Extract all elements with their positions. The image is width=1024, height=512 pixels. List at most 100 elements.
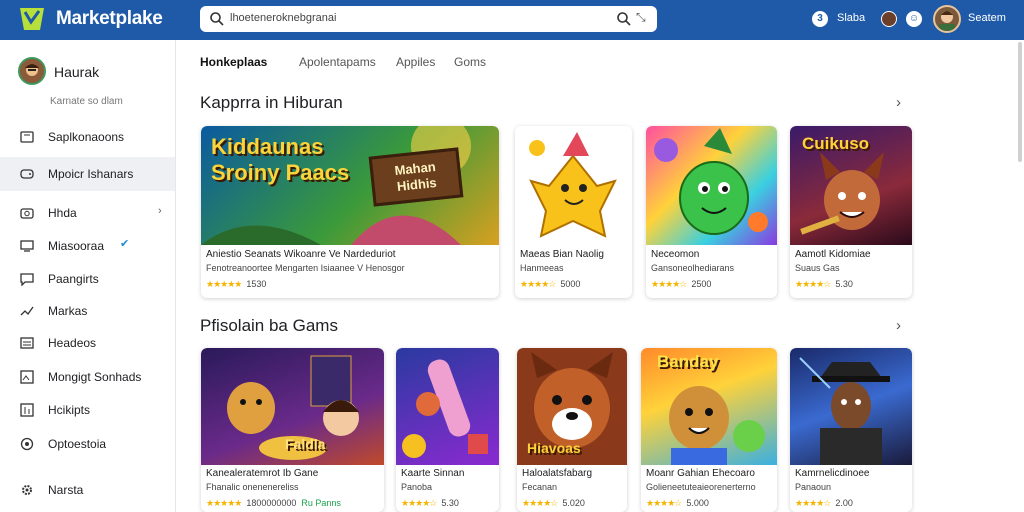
tab-home[interactable]: Honkeplaas: [200, 55, 267, 69]
app-card[interactable]: Kamrnelicdinoee Panaoun ★★★★☆ 2.00: [790, 348, 912, 512]
app-card-title: Aamotl Kidomiae: [795, 249, 871, 260]
app-card-rating: ★★★★☆ 5.020: [522, 498, 585, 509]
app-card-art: Kiddaunas Sroiny Paacs Mahan Hidhis: [201, 126, 499, 245]
stars-icon: ★★★★☆: [520, 279, 556, 289]
stars-icon: ★★★★☆: [651, 279, 687, 289]
stars-icon: ★★★★☆: [401, 498, 437, 508]
notification-badge[interactable]: 3: [812, 11, 828, 27]
rating-count: 2.00: [835, 498, 853, 508]
clear-icon[interactable]: ⤡: [636, 10, 646, 25]
user-avatar[interactable]: [933, 5, 961, 33]
settings-icon: [20, 437, 34, 451]
user-name[interactable]: Seatem: [968, 12, 1006, 24]
art-sign: Mahan Hidhis: [368, 147, 464, 207]
sidebar-item-label: Narsta: [48, 483, 84, 497]
sidebar-item-10[interactable]: Optoestoia: [0, 427, 175, 461]
app-card-art: [396, 348, 499, 465]
art-title: Cuikuso: [802, 134, 870, 153]
camera-icon: [20, 208, 34, 219]
app-card-tag: Ru Panns: [301, 498, 341, 508]
top-label[interactable]: Slaba: [837, 12, 865, 24]
app-card[interactable]: Neceomon Gansoneolhediarans ★★★★☆ 2500: [646, 126, 777, 298]
sidebar-item-label: Paangirts: [48, 272, 99, 286]
sidebar-item-7[interactable]: Headeos: [0, 326, 175, 360]
chevron-right-icon[interactable]: ›: [896, 317, 901, 334]
sidebar-item-9[interactable]: Hcikipts: [0, 393, 175, 427]
app-card-title: Neceomon: [651, 249, 700, 260]
gamepad-icon: [20, 169, 34, 179]
app-card[interactable]: Maeas Bian Naolig Hanmeeas ★★★★☆ 5000: [515, 126, 632, 298]
sidebar-item-8[interactable]: Mongigt Sonhads: [0, 360, 175, 394]
scrollbar[interactable]: [1018, 42, 1022, 162]
tab-appiles[interactable]: Appiles: [396, 55, 435, 69]
sidebar-item-4[interactable]: Miasooraa ✔: [0, 229, 175, 263]
app-card-rating: ★★★★☆ 5.000: [646, 498, 709, 509]
sidebar-item-label: Saplkonaoons: [48, 130, 125, 144]
app-card-art: [515, 126, 632, 245]
app-card[interactable]: Banday Moanr Gahian Ehecoaro Golieneetut…: [641, 348, 777, 512]
app-card-rating: ★★★★★ 1800000000 Ru Panns: [206, 498, 341, 509]
small-avatar[interactable]: [881, 11, 897, 27]
stars-icon: ★★★★☆: [795, 279, 831, 289]
rating-count: 5.30: [441, 498, 459, 508]
app-card-subtitle: Fenotreanoortee Mengarten Isiaanee V Hen…: [206, 263, 405, 273]
sidebar-item-3[interactable]: Hhda ›: [0, 196, 175, 230]
brand-name[interactable]: Marketplake: [56, 8, 163, 30]
art-title: Kiddaunas Sroiny Paacs: [211, 134, 350, 185]
chevron-right-icon[interactable]: ›: [896, 94, 901, 111]
search-input[interactable]: lhoeteneroknebgranai: [230, 12, 336, 24]
app-card-rating: ★★★★★ 1530: [206, 279, 266, 290]
app-card-subtitle: Panoba: [401, 482, 433, 492]
chart-icon: [20, 403, 34, 417]
search-submit-icon[interactable]: [616, 11, 632, 27]
sidebar-item-label: Hcikipts: [48, 403, 91, 417]
top-bar: Marketplake lhoeteneroknebgranai ⤡ 3 Sla…: [0, 0, 1024, 40]
app-card[interactable]: Faldla Kanealeratemrot Ib Gane Fhanalic …: [201, 348, 384, 512]
sidebar-item-label: Miasooraa: [48, 239, 105, 253]
stars-icon: ★★★★☆: [646, 498, 682, 508]
rating-count: 1800000000: [246, 498, 297, 508]
list-icon: [20, 337, 34, 349]
app-card-subtitle: Golieneetuteaieorenerterno: [646, 482, 756, 492]
search-icon: [210, 12, 224, 26]
art-title: Faldla: [285, 436, 326, 452]
sidebar-item-label: Optoestoia: [48, 437, 107, 451]
app-card[interactable]: Hiavoas Haloalatsfabarg Fecanan ★★★★☆ 5.0…: [517, 348, 627, 512]
app-card-rating: ★★★★☆ 5.30: [401, 498, 459, 509]
tab-games[interactable]: Goms: [454, 55, 486, 69]
app-card-subtitle: Panaoun: [795, 482, 832, 492]
app-card[interactable]: Cuikuso Aamotl Kidomiae Suaus Gas ★★★★☆ 5…: [790, 126, 912, 298]
sidebar-item-2[interactable]: Mpoicr Ishanars: [0, 157, 175, 191]
sidebar-item-label: Headeos: [48, 336, 97, 350]
stars-icon: ★★★★☆: [522, 498, 558, 508]
stars-icon: ★★★★☆: [795, 498, 831, 508]
logo-icon[interactable]: [18, 6, 46, 32]
app-card-title: Aniestio Seanats Wikoanre Ve Nardeduriot: [206, 249, 396, 260]
app-card[interactable]: Kaarte Sinnan Panoba ★★★★☆ 5.30: [396, 348, 499, 512]
sidebar-item-11[interactable]: Narsta: [0, 473, 175, 507]
section-title-2: Pfisolain ba Gams: [200, 316, 338, 335]
app-card-art: Cuikuso: [790, 126, 912, 245]
rating-count: 2500: [691, 279, 712, 289]
sidebar-item-1[interactable]: Saplkonaoons: [0, 120, 175, 154]
chat-icon: [20, 273, 34, 286]
app-card[interactable]: Kiddaunas Sroiny Paacs Mahan Hidhis Anie…: [201, 126, 499, 298]
pen-icon: [20, 306, 34, 316]
app-card-art: Faldla: [201, 348, 384, 465]
app-card-subtitle: Hanmeeas: [520, 263, 564, 273]
emoji-icon[interactable]: ☺: [906, 11, 922, 27]
profile-avatar[interactable]: [18, 57, 46, 85]
app-card-subtitle: Gansoneolhediarans: [651, 263, 735, 273]
art-title: Hiavoas: [527, 440, 581, 456]
sidebar-item-6[interactable]: Markas: [0, 294, 175, 328]
rating-count: 5000: [560, 279, 581, 289]
search-bar[interactable]: lhoeteneroknebgranai ⤡: [200, 6, 657, 32]
app-card-title: Kamrnelicdinoee: [795, 468, 870, 479]
chevron-right-icon: ›: [158, 205, 162, 217]
tab-apps[interactable]: Apolentapams: [299, 55, 376, 69]
sidebar-item-5[interactable]: Paangirts: [0, 262, 175, 296]
sidebar: Haurak Karnate so dlam Saplkonaoons Mpoi…: [0, 40, 176, 512]
rating-count: 5.020: [562, 498, 585, 508]
stars-icon: ★★★★★: [206, 498, 242, 508]
rating-count: 1530: [246, 279, 267, 289]
